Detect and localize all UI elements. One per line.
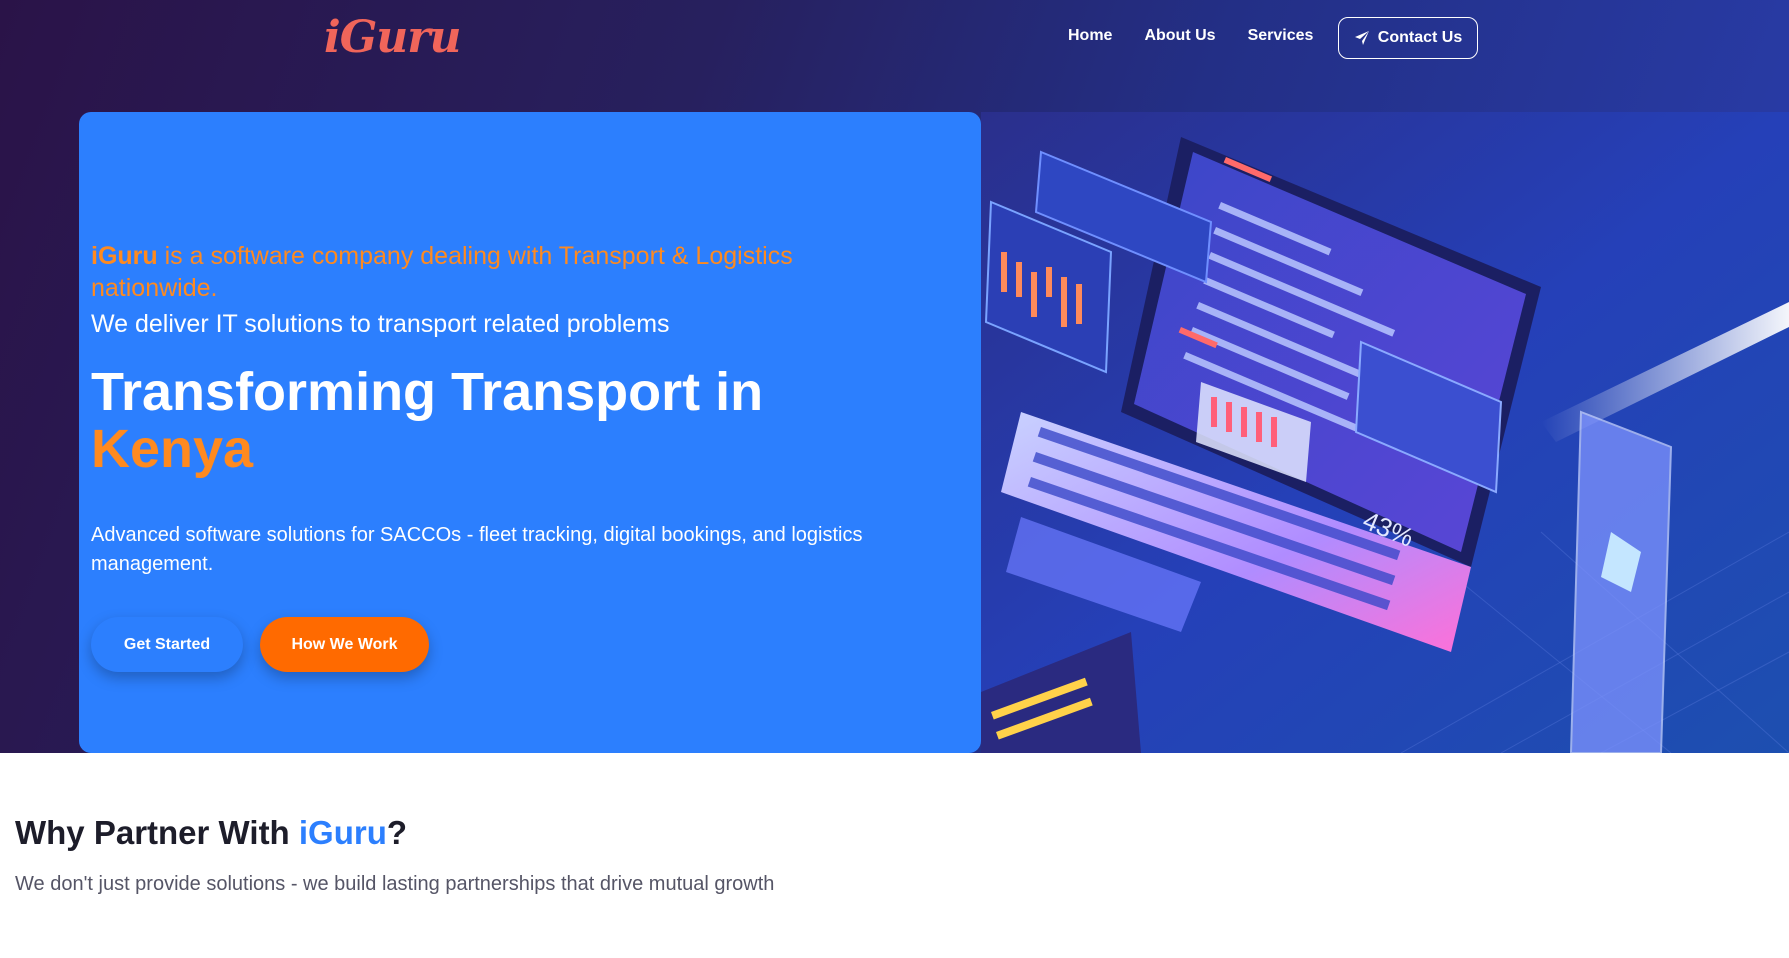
partner-title: Why Partner With iGuru? [15, 814, 407, 852]
hero-description: Advanced software solutions for SACCOs -… [91, 524, 863, 575]
hero-tagline: We deliver IT solutions to transport rel… [91, 310, 670, 338]
top-navbar: iGuru Home About Us Services Contact Us [0, 0, 1789, 80]
headline-line1: Transforming Transport in [91, 362, 764, 422]
headline-accent: Kenya [91, 419, 254, 479]
contact-us-button[interactable]: Contact Us [1338, 17, 1478, 59]
contact-us-label: Contact Us [1377, 29, 1463, 46]
how-we-work-button[interactable]: How We Work [260, 617, 429, 672]
intro-text: is a software company dealing with Trans… [91, 242, 793, 302]
hero-intro: iGuru is a software company dealing with… [91, 240, 871, 304]
nav-services[interactable]: Services [1248, 27, 1314, 45]
hero-headline: Transforming Transport in Kenya [91, 364, 763, 478]
nav-home[interactable]: Home [1068, 27, 1112, 45]
partner-title-prefix: Why Partner With [15, 814, 299, 851]
intro-brand: iGuru [91, 242, 158, 270]
hero-card: iGuru is a software company dealing with… [79, 112, 981, 753]
partner-title-brand: iGuru [298, 814, 387, 851]
hero-illustration: 43% [981, 112, 1789, 753]
paper-plane-icon [1354, 31, 1369, 45]
hero-section: 43% iGuru Home About Us Services Contact… [0, 0, 1789, 753]
partner-title-suffix: ? [386, 814, 408, 851]
logo[interactable]: iGuru [324, 12, 461, 63]
nav-links: Home About Us Services [1068, 27, 1345, 45]
get-started-button[interactable]: Get Started [91, 617, 243, 672]
partner-subtitle: We don't just provide solutions - we bui… [15, 873, 775, 895]
nav-about-us[interactable]: About Us [1144, 27, 1215, 45]
